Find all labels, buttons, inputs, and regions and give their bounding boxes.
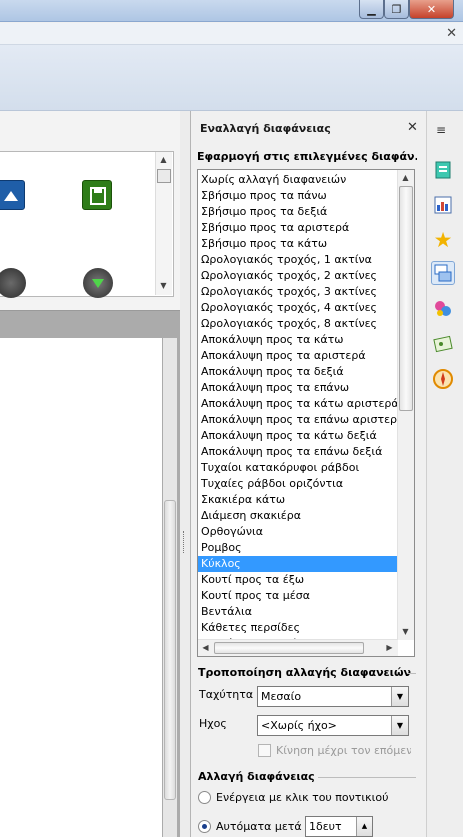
on-click-label: Ενέργεια με κλικ του ποντικιού — [216, 791, 389, 804]
pane-title: Εναλλαγή διαφάνειας — [200, 122, 331, 135]
transition-item[interactable]: Κουτί προς τα μέσα — [198, 588, 398, 604]
thumbnail-round-down-icon[interactable] — [83, 268, 113, 298]
speed-label: Ταχύτητα — [199, 688, 254, 701]
speed-select[interactable]: Μεσαίο ▼ — [257, 686, 409, 707]
toolbar-area — [0, 45, 463, 111]
maximize-button[interactable]: ❐ — [384, 0, 409, 19]
pane-close-button[interactable]: ✕ — [407, 120, 418, 135]
transition-item[interactable]: Βεντάλια — [198, 604, 398, 620]
transition-item[interactable]: Ωρολογιακός τροχός, 1 ακτίνα — [198, 252, 398, 268]
transition-item[interactable]: Διάμεση σκακιέρα — [198, 508, 398, 524]
transition-item[interactable]: Ωρολογιακός τροχός, 4 ακτίνες — [198, 300, 398, 316]
slide-canvas[interactable] — [0, 338, 162, 837]
scroll-left-icon[interactable]: ◀ — [198, 640, 213, 655]
scroll-down-icon[interactable]: ▼ — [156, 278, 171, 293]
transition-list-hthumb[interactable] — [214, 642, 364, 654]
loop-checkbox[interactable] — [258, 744, 271, 757]
advance-section-title: Αλλαγή διαφάνειας — [198, 770, 315, 783]
transition-item[interactable]: Ωρολογιακός τροχός, 8 ακτίνες — [198, 316, 398, 332]
scroll-up-icon[interactable]: ▲ — [156, 152, 171, 167]
minimize-button[interactable]: ▁ — [359, 0, 384, 19]
sound-select[interactable]: <Χωρίς ήχο> ▼ — [257, 715, 409, 736]
scroll-right-icon[interactable]: ▶ — [382, 640, 397, 655]
document-close-button[interactable]: ✕ — [446, 26, 457, 41]
transition-item[interactable]: Κάθετες περσίδες — [198, 620, 398, 636]
slide-scroll-thumb[interactable] — [164, 500, 176, 800]
transition-item[interactable]: Τυχαίες ράβδοι οριζόντια — [198, 476, 398, 492]
thumbnail-green-save-icon[interactable] — [82, 180, 112, 210]
slide-transition-icon[interactable] — [431, 261, 455, 285]
sidebar-menu-icon[interactable]: ≡ — [436, 123, 446, 137]
sidebar-deck — [426, 111, 463, 837]
custom-animation-icon[interactable] — [431, 297, 455, 321]
transition-item[interactable]: Αποκάλυψη προς τα επάνω δεξιά — [198, 444, 398, 460]
transition-item[interactable]: Ωρολογιακός τροχός, 3 ακτίνες — [198, 284, 398, 300]
section-divider — [318, 777, 416, 778]
transition-list-vscrollbar[interactable]: ▲ ▼ — [397, 170, 414, 640]
spinner-up-icon[interactable]: ▲ — [356, 817, 372, 836]
on-click-radio[interactable] — [198, 791, 211, 804]
document-strip: ✕ — [0, 23, 463, 45]
close-icon: ✕ — [426, 2, 437, 16]
transition-item[interactable]: Αποκάλυψη προς τα κάτω — [198, 332, 398, 348]
window-close-button[interactable]: ✕ — [409, 0, 454, 19]
transition-item[interactable]: Αποκάλυψη προς τα αριστερά — [198, 348, 398, 364]
auto-time-spinner[interactable]: 1δευτ ▲ — [305, 816, 373, 837]
sound-label: Ηχος — [199, 717, 227, 730]
thumbnail-blue-up-icon[interactable] — [0, 180, 25, 210]
transition-list[interactable]: Χωρίς αλλαγή διαφανειών Σβήσιμο προς τα π… — [198, 172, 399, 652]
scroll-up-icon[interactable]: ▲ — [398, 170, 413, 185]
properties-icon[interactable] — [431, 158, 455, 182]
transition-item[interactable]: Αποκάλυψη προς τα επάνω — [198, 380, 398, 396]
scroll-thumb[interactable] — [157, 169, 171, 183]
transition-list-hscrollbar[interactable]: ◀ ▶ — [198, 639, 398, 656]
auto-time-value: 1δευτ — [309, 820, 342, 833]
transition-item[interactable]: Σβήσιμο προς τα κάτω — [198, 236, 398, 252]
loop-label: Κίνηση μέχρι τον επόμενο — [276, 744, 411, 757]
thumbnails-scrollbar[interactable]: ▲ ▼ — [155, 152, 172, 295]
transition-item[interactable]: Κύκλος — [198, 556, 398, 572]
gallery-icon[interactable]: ★ — [431, 228, 455, 252]
transition-item[interactable]: Σβήσιμο προς τα πάνω — [198, 188, 398, 204]
transition-item[interactable]: Τυχαίοι κατακόρυφοι ράβδοι — [198, 460, 398, 476]
chevron-down-icon[interactable]: ▼ — [391, 716, 408, 735]
transition-item[interactable]: Αποκάλυψη προς τα επάνω αριστερ — [198, 412, 398, 428]
transition-item[interactable]: Ωρολογιακός τροχός, 2 ακτίνες — [198, 268, 398, 284]
transition-item[interactable]: Ρομβος — [198, 540, 398, 556]
transition-item[interactable]: Αποκάλυψη προς τα δεξιά — [198, 364, 398, 380]
pane-splitter[interactable] — [180, 111, 190, 837]
transition-item[interactable]: Αποκάλυψη προς τα κάτω δεξιά — [198, 428, 398, 444]
auto-label: Αυτόματα μετά — [216, 820, 302, 833]
transition-item[interactable]: Χωρίς αλλαγή διαφανειών — [198, 172, 398, 188]
transition-item[interactable]: Σβήσιμο προς τα δεξιά — [198, 204, 398, 220]
scroll-down-icon[interactable]: ▼ — [398, 624, 413, 639]
transition-listbox[interactable]: Χωρίς αλλαγή διαφανειών Σβήσιμο προς τα π… — [197, 169, 415, 657]
modify-section-title: Τροποποίηση αλλαγής διαφανειών — [198, 666, 412, 679]
chevron-down-icon[interactable]: ▼ — [391, 687, 408, 706]
minimize-icon: ▁ — [367, 2, 376, 16]
auto-radio[interactable] — [198, 820, 211, 833]
sound-value: <Χωρίς ήχο> — [261, 719, 337, 732]
layout-thumbnails-panel — [0, 151, 174, 298]
transition-list-vthumb[interactable] — [399, 186, 413, 411]
splitter-grip — [183, 531, 186, 553]
transition-item[interactable]: Κουτί προς τα έξω — [198, 572, 398, 588]
speed-value: Μεσαίο — [261, 690, 302, 703]
thumbnail-round-save-icon[interactable] — [0, 268, 26, 298]
transition-item[interactable]: Αποκάλυψη προς τα κάτω αριστερά — [198, 396, 399, 412]
transition-item[interactable]: Σκακιέρα κάτω — [198, 492, 398, 508]
transition-item[interactable]: Ορθογώνια — [198, 524, 398, 540]
section-divider — [408, 673, 416, 674]
master-slides-icon[interactable] — [431, 332, 455, 356]
maximize-icon: ❐ — [391, 2, 402, 16]
styles-icon[interactable] — [431, 193, 455, 217]
transition-item[interactable]: Σβήσιμο προς τα αριστερά — [198, 220, 398, 236]
navigator-icon[interactable] — [431, 367, 455, 391]
apply-to-selected-label: Εφαρμογή στις επιλεγμένες διαφάν... — [197, 150, 417, 163]
